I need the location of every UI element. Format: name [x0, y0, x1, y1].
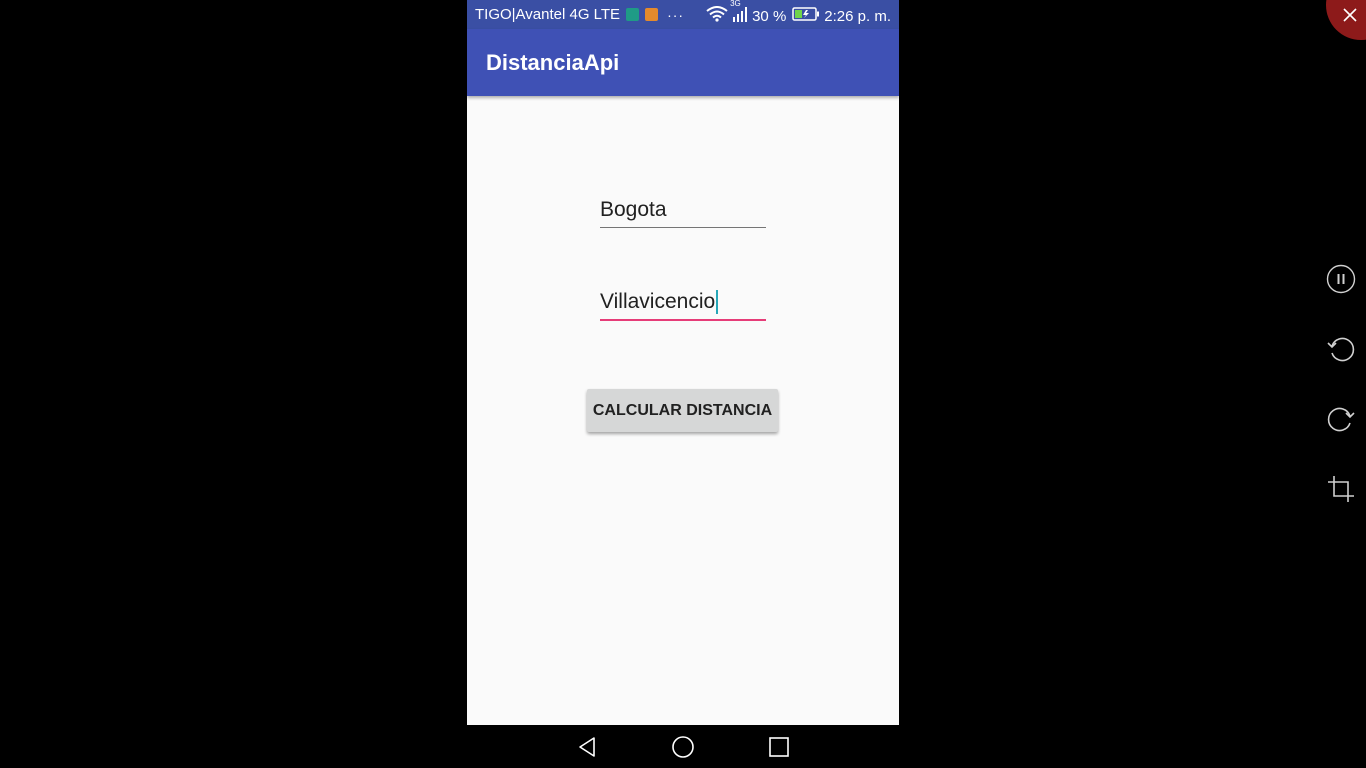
status-right: 3G 30 % 2:26 p. m.	[706, 0, 891, 26]
destination-input-underline	[600, 319, 766, 321]
rotate-right-icon[interactable]	[1326, 404, 1356, 434]
network-type-label: 3G	[730, 0, 741, 8]
back-icon[interactable]	[575, 735, 599, 759]
phone-screen: TIGO|Avantel 4G LTE ··· 3G 30 % 2:26 p. …	[467, 0, 899, 725]
home-icon[interactable]	[671, 735, 695, 759]
close-icon[interactable]	[1342, 7, 1358, 23]
app-notification-icon	[645, 8, 659, 21]
crop-icon[interactable]	[1326, 474, 1356, 504]
destination-input[interactable]: Villavicencio	[600, 288, 766, 321]
status-bar: TIGO|Avantel 4G LTE ··· 3G 30 % 2:26 p. …	[467, 0, 899, 29]
app-bar: DistanciaApi	[467, 29, 899, 96]
navigation-bar	[467, 725, 899, 768]
destination-value: Villavicencio	[600, 290, 716, 313]
origin-value: Bogota	[600, 198, 667, 221]
rotate-left-icon[interactable]	[1326, 334, 1356, 364]
origin-input-text[interactable]: Bogota	[600, 196, 766, 224]
recents-icon[interactable]	[767, 735, 791, 759]
origin-input[interactable]: Bogota	[600, 196, 766, 228]
app-notification-icon	[626, 8, 640, 21]
origin-input-underline	[600, 227, 766, 228]
status-left: TIGO|Avantel 4G LTE ···	[475, 6, 684, 23]
clock: 2:26 p. m.	[824, 7, 891, 25]
wifi-icon	[706, 6, 728, 26]
calculate-distance-button[interactable]: CALCULAR DISTANCIA	[587, 389, 778, 432]
text-cursor	[716, 290, 719, 314]
app-title: DistanciaApi	[486, 50, 620, 75]
pause-icon[interactable]	[1326, 264, 1356, 294]
battery-charging-icon	[792, 7, 820, 25]
signal-icon: 3G	[730, 0, 748, 26]
screen: TIGO|Avantel 4G LTE ··· 3G 30 % 2:26 p. …	[0, 0, 1366, 768]
battery-percent: 30 %	[752, 7, 787, 25]
carrier-label: TIGO|Avantel 4G LTE	[475, 6, 621, 23]
destination-input-text[interactable]: Villavicencio	[600, 288, 766, 316]
more-notifications-icon: ···	[667, 6, 685, 23]
